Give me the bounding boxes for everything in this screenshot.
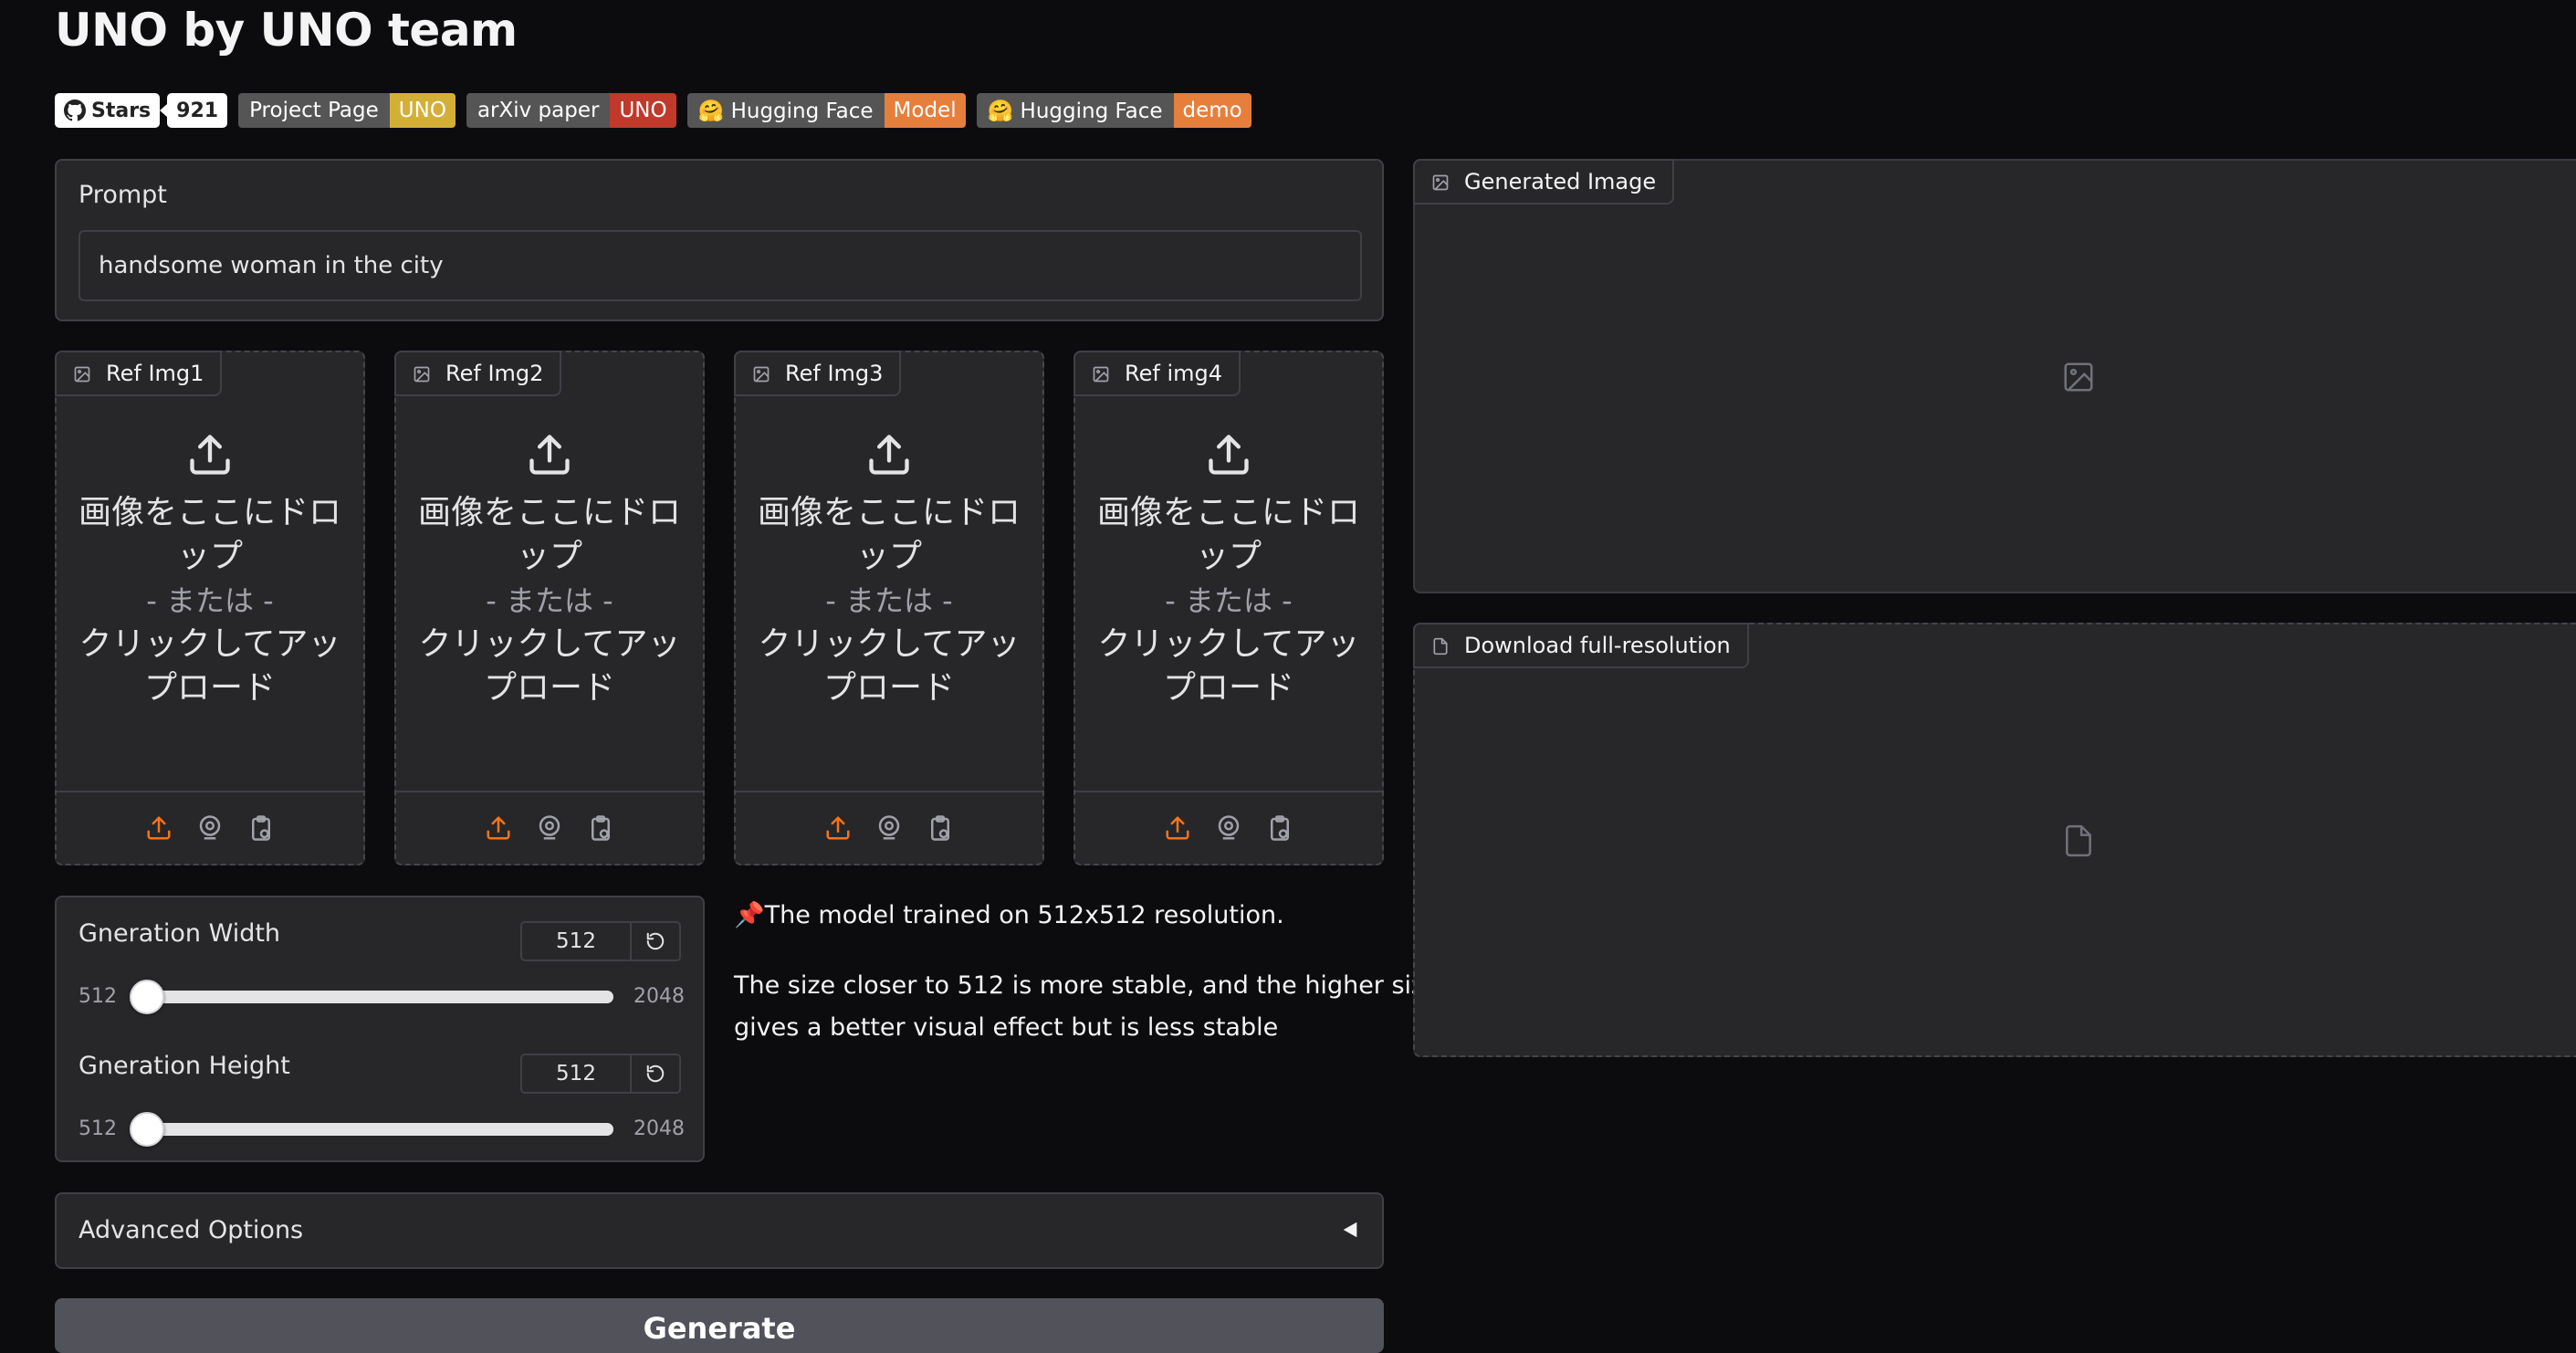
generated-image-label: Generated Image bbox=[1413, 159, 1675, 205]
or-text: - または - bbox=[486, 583, 613, 618]
pushpin-icon: 📌 bbox=[734, 901, 765, 929]
height-reset-button[interactable] bbox=[632, 1055, 679, 1092]
upload-icon[interactable] bbox=[1164, 814, 1191, 842]
ref-img-3-uploader[interactable]: Ref Img3 画像をここにドロップ - または - クリックしてアップロード bbox=[734, 351, 1044, 865]
ref-img-4-uploader[interactable]: Ref img4 画像をここにドロップ - または - クリックしてアップロード bbox=[1073, 351, 1384, 865]
drop-text: 画像をここにドロップ bbox=[757, 494, 1021, 575]
page-title: UNO by UNO team bbox=[55, 4, 518, 57]
badge-row: Stars 921 Project Page UNO arXiv paper U… bbox=[55, 93, 1251, 128]
drop-text: 画像をここにドロップ bbox=[78, 494, 341, 575]
file-placeholder-icon bbox=[2066, 824, 2091, 857]
github-icon bbox=[64, 100, 86, 121]
image-icon bbox=[1432, 174, 1449, 191]
source-toolbar bbox=[1075, 791, 1382, 864]
source-toolbar bbox=[57, 791, 363, 864]
width-min-label: 512 bbox=[79, 985, 117, 1008]
image-icon bbox=[74, 366, 90, 383]
image-icon bbox=[414, 366, 430, 383]
size-sliders-panel: Gneration Width 512 512 2048 Gneration H… bbox=[55, 896, 705, 1162]
drop-zone[interactable]: 画像をここにドロップ - または - クリックしてアップロード bbox=[57, 431, 363, 710]
height-min-label: 512 bbox=[79, 1117, 117, 1140]
or-text: - または - bbox=[1165, 583, 1293, 618]
or-text: - または - bbox=[825, 583, 953, 618]
click-upload-text: クリックしてアップロード bbox=[758, 625, 1021, 707]
width-slider-label: Gneration Width bbox=[79, 919, 281, 948]
stability-note-line1: The size closer to 512 is more stable, a… bbox=[734, 971, 1440, 1000]
or-text: - または - bbox=[146, 583, 274, 618]
resolution-note: 📌The model trained on 512x512 resolution… bbox=[734, 901, 1284, 929]
image-placeholder-icon bbox=[2064, 362, 2093, 392]
drop-zone[interactable]: 画像をここにドロップ - または - クリックしてアップロード bbox=[396, 431, 703, 710]
upload-icon bbox=[529, 435, 570, 475]
stability-note-line2: gives a better visual effect but is less… bbox=[734, 1013, 1279, 1042]
clipboard-icon[interactable] bbox=[1266, 814, 1293, 842]
webcam-icon[interactable] bbox=[196, 814, 224, 842]
prompt-panel: Prompt handsome woman in the city bbox=[55, 159, 1384, 321]
upload-icon bbox=[869, 435, 909, 475]
download-panel: Download full-resolution bbox=[1413, 623, 2576, 1057]
reset-icon bbox=[646, 932, 665, 950]
ref-img-2-uploader[interactable]: Ref Img2 画像をここにドロップ - または - クリックしてアップロード bbox=[394, 351, 705, 865]
height-max-label: 2048 bbox=[634, 1117, 685, 1140]
height-slider-thumb[interactable] bbox=[130, 1112, 164, 1147]
github-stars-count[interactable]: 921 bbox=[160, 93, 228, 128]
drop-zone[interactable]: 画像をここにドロップ - または - クリックしてアップロード bbox=[736, 431, 1042, 710]
generate-button[interactable]: Generate bbox=[55, 1298, 1384, 1353]
height-number-input[interactable]: 512 bbox=[520, 1054, 681, 1094]
prompt-input[interactable]: handsome woman in the city bbox=[79, 230, 1362, 301]
click-upload-text: クリックしてアップロード bbox=[418, 625, 681, 707]
clipboard-icon[interactable] bbox=[247, 814, 275, 842]
ref-img-1-uploader[interactable]: Ref Img1 画像をここにドロップ - または - クリックしてアップロード bbox=[55, 351, 365, 865]
upload-icon[interactable] bbox=[485, 814, 512, 842]
image-icon bbox=[1093, 366, 1109, 383]
drop-text: 画像をここにドロップ bbox=[1096, 494, 1360, 575]
download-label: Download full-resolution bbox=[1413, 623, 1749, 668]
width-slider-track[interactable] bbox=[144, 991, 613, 1003]
height-slider-track[interactable] bbox=[144, 1123, 613, 1136]
drop-zone[interactable]: 画像をここにドロップ - または - クリックしてアップロード bbox=[1075, 431, 1382, 710]
webcam-icon[interactable] bbox=[536, 814, 563, 842]
arxiv-paper-badge[interactable]: arXiv paper UNO bbox=[466, 93, 676, 128]
upload-icon[interactable] bbox=[145, 814, 173, 842]
webcam-icon[interactable] bbox=[1215, 814, 1242, 842]
ref-img-3-label: Ref Img3 bbox=[734, 351, 902, 396]
advanced-options-accordion[interactable]: Advanced Options bbox=[55, 1192, 1384, 1269]
source-toolbar bbox=[396, 791, 703, 864]
image-icon bbox=[753, 366, 770, 383]
width-max-label: 2048 bbox=[634, 985, 685, 1008]
clipboard-icon[interactable] bbox=[587, 814, 614, 842]
width-slider-thumb[interactable] bbox=[130, 980, 164, 1014]
prompt-label: Prompt bbox=[79, 181, 167, 209]
huggingface-model-badge[interactable]: 🤗 Hugging Face Model bbox=[686, 93, 966, 128]
upload-icon bbox=[1209, 435, 1249, 475]
click-upload-text: クリックしてアップロード bbox=[1097, 625, 1360, 707]
advanced-options-label: Advanced Options bbox=[79, 1216, 304, 1244]
clipboard-icon[interactable] bbox=[927, 814, 954, 842]
width-value[interactable]: 512 bbox=[522, 923, 632, 960]
width-reset-button[interactable] bbox=[632, 923, 679, 960]
ref-img-2-label: Ref Img2 bbox=[394, 351, 562, 396]
file-icon bbox=[1433, 637, 1448, 656]
project-page-badge[interactable]: Project Page UNO bbox=[238, 93, 456, 128]
height-value[interactable]: 512 bbox=[522, 1055, 632, 1092]
height-slider-label: Gneration Height bbox=[79, 1052, 290, 1080]
drop-text: 画像をここにドロップ bbox=[417, 494, 681, 575]
ref-img-4-label: Ref img4 bbox=[1073, 351, 1241, 396]
huggingface-demo-badge[interactable]: 🤗 Hugging Face demo bbox=[976, 93, 1251, 128]
generated-image-panel: Generated Image bbox=[1413, 159, 2576, 593]
reset-icon bbox=[646, 1065, 665, 1083]
caret-left-icon bbox=[1343, 1222, 1357, 1238]
webcam-icon[interactable] bbox=[875, 814, 903, 842]
github-stars-label[interactable]: Stars bbox=[55, 93, 161, 128]
upload-icon bbox=[190, 435, 230, 475]
upload-icon[interactable] bbox=[824, 814, 852, 842]
github-stars-badge[interactable]: Stars 921 bbox=[55, 93, 228, 128]
source-toolbar bbox=[736, 791, 1042, 864]
ref-img-1-label: Ref Img1 bbox=[55, 351, 223, 396]
width-number-input[interactable]: 512 bbox=[520, 921, 681, 961]
click-upload-text: クリックしてアップロード bbox=[79, 625, 341, 707]
